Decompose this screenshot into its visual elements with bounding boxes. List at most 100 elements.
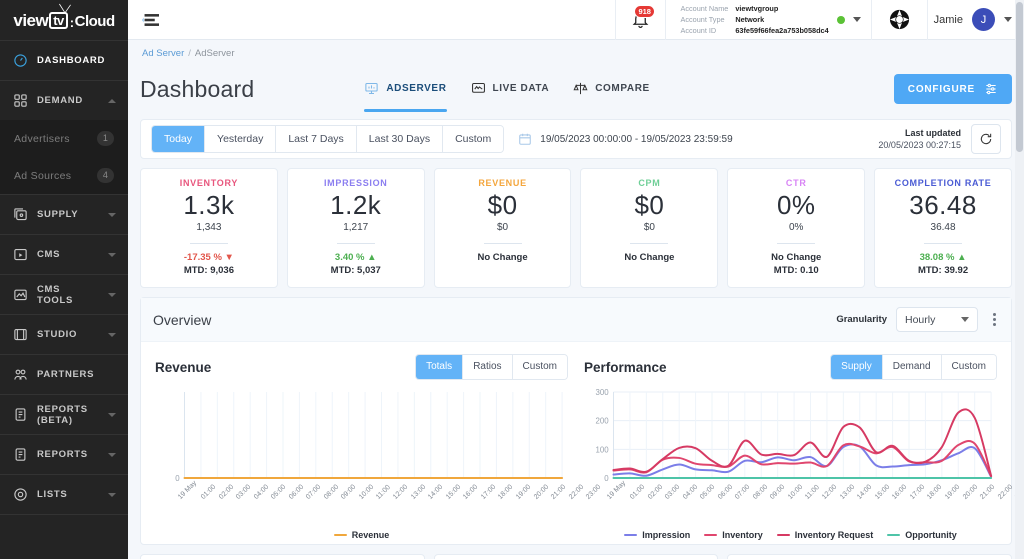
revenue-chart-title: Revenue [155,359,212,375]
performance-seg-demand[interactable]: Demand [882,355,942,379]
scrollbar-thumb[interactable] [1016,2,1023,152]
performance-seg-supply[interactable]: Supply [831,355,883,379]
menu-toggle-button[interactable] [128,13,172,27]
granularity-select[interactable]: Hourly [896,307,978,332]
legend-color-swatch [776,533,790,537]
user-name: Jamie [933,13,963,26]
chevron-down-icon[interactable] [852,17,861,22]
account-type-label: Account Type [680,15,725,24]
account-name-value: viewtvgroup [735,4,779,13]
tab-compare[interactable]: COMPARE [573,67,650,111]
performance-chart-svg[interactable]: 300 200 100 0 [584,386,997,494]
kpi-card-inventory[interactable]: INVENTORY 1.3k 1,343 -17.35 % ▼ MTD: 9,0… [140,168,278,288]
sidebar-item-label: REPORTS [37,449,88,460]
performance-x-axis-labels: 19 May 01:00 02:00 03:00 04:00 05:00 06:00 07:0… [606,480,1024,524]
kpi-value: $0 [487,190,518,220]
user-menu[interactable]: Jamie J [926,0,1024,40]
performance-chart-legend: Impression Inventory Inventory Request Oppo… [584,530,997,540]
revenue-seg-ratios[interactable]: Ratios [463,355,513,379]
granularity-value: Hourly [905,313,936,326]
kpi-card-cpm[interactable]: CPM $0 $0 No Change [580,168,719,288]
view-tabs: ADSERVER LIVE DATA COMPARE [364,67,650,112]
sidebar-item-reports-beta[interactable]: REPORTS (BETA) [0,394,128,434]
notifications-button[interactable]: 918 [615,0,665,40]
tab-adserver[interactable]: ADSERVER [364,67,447,112]
sidebar-item-dashboard[interactable]: DASHBOARD [0,40,128,80]
sidebar-item-cms-tools[interactable]: CMS TOOLS [0,274,128,314]
date-range-picker[interactable]: 19/05/2023 00:00:00 - 19/05/2023 23:59:5… [518,132,733,146]
kpi-card-ctr[interactable]: CTR 0% 0% No Change MTD: 0.10 [727,168,866,288]
hamburger-icon [141,13,159,26]
legend-item[interactable]: Opportunity [887,530,957,540]
date-preset-yesterday[interactable]: Yesterday [205,126,277,152]
sidebar-item-reports[interactable]: REPORTS [0,434,128,474]
legend-item[interactable]: Inventory Request [776,530,873,540]
kpi-card-completion-rate[interactable]: COMPLETION RATE 36.48 36.48 38.08 % ▲ MT… [874,168,1012,288]
kpi-delta: No Change [477,252,528,263]
divider [924,243,963,244]
sidebar-item-partners[interactable]: PARTNERS [0,354,128,394]
chevron-down-icon [108,412,116,417]
configure-button[interactable]: CONFIGURE [893,74,1012,104]
main-area: 918 Account Name viewtvgroup Account Typ… [128,0,1024,559]
support-button[interactable] [870,0,927,40]
sidebar-item-studio[interactable]: STUDIO [0,314,128,354]
tab-live-data[interactable]: LIVE DATA [471,67,550,111]
supply-icon [12,207,28,223]
legend-color-swatch [333,533,347,537]
granularity-label: Granularity [836,314,887,325]
account-info[interactable]: Account Name viewtvgroup Account Type Ne… [665,0,870,40]
sidebar-item-lists[interactable]: LISTS [0,474,128,514]
date-preset-today[interactable]: Today [152,126,206,152]
sidebar-item-advertisers[interactable]: Advertisers 1 [0,120,128,157]
chevron-down-icon [108,452,116,457]
account-id-value: 63fe59f66fea2a753b058dc4 [735,26,829,35]
svg-text:0: 0 [604,474,609,483]
account-type-value: Network [735,15,765,24]
speedometer-icon [12,53,28,69]
revenue-seg-totals[interactable]: Totals [416,355,464,379]
studio-icon [12,327,28,343]
chevron-down-icon[interactable] [1004,17,1012,22]
performance-chart-panel: Performance Supply Demand Custom 300 200 1… [576,348,1024,544]
kpi-delta: 3.40 % ▲ [334,252,377,263]
kpi-value: $0 [634,190,665,220]
top-countries-card: Top Countries [433,554,719,559]
card-header: Top Ad Sources [141,555,424,559]
date-preset-last-7-days[interactable]: Last 7 Days [276,126,357,152]
card-header: Top Channels [728,555,1011,559]
kpi-label: IMPRESSION [323,178,388,188]
sidebar-item-ad-sources[interactable]: Ad Sources 4 [0,157,128,194]
page-scrollbar[interactable] [1015,0,1024,559]
revenue-seg-custom[interactable]: Custom [512,355,567,379]
performance-seg-custom[interactable]: Custom [941,355,996,379]
date-preset-last-30-days[interactable]: Last 30 Days [356,126,444,152]
sidebar-item-cms[interactable]: CMS [0,234,128,274]
revenue-chart-svg[interactable]: 0 [155,386,568,494]
sidebar-item-label: DEMAND [37,95,83,106]
kpi-delta: -17.35 % ▼ [183,252,234,263]
demand-submenu: Advertisers 1 Ad Sources 4 [0,120,128,194]
sidebar-item-supply[interactable]: SUPPLY [0,194,128,234]
chevron-up-icon [108,98,116,103]
svg-text:200: 200 [595,417,609,426]
legend-label: Impression [642,530,691,540]
revenue-chart-header: Revenue Totals Ratios Custom [155,354,568,380]
legend-color-swatch [704,533,718,537]
logo-view-text: view [13,10,49,30]
sidebar-item-demand[interactable]: DEMAND [0,80,128,120]
performance-chart-segments: Supply Demand Custom [830,354,997,380]
legend-item[interactable]: Inventory [704,530,763,540]
breadcrumb-root-link[interactable]: Ad Server [142,48,184,59]
date-preset-custom[interactable]: Custom [443,126,504,152]
brand-logo[interactable]: view tv: Cloud [0,0,128,40]
overview-options-button[interactable] [990,310,999,329]
revenue-chart-panel: Revenue Totals Ratios Custom 0 19 May 01:… [147,348,602,544]
legend-item[interactable]: Revenue [333,530,389,540]
kpi-card-impression[interactable]: IMPRESSION 1.2k 1,217 3.40 % ▲ MTD: 5,03… [286,168,425,288]
legend-item[interactable]: Impression [624,530,690,540]
chevron-down-icon [961,317,969,322]
refresh-button[interactable] [971,124,1001,154]
kpi-card-revenue[interactable]: REVENUE $0 $0 No Change [433,168,572,288]
overview-panel: Overview Granularity Hourly Revenue Tota… [140,297,1024,545]
